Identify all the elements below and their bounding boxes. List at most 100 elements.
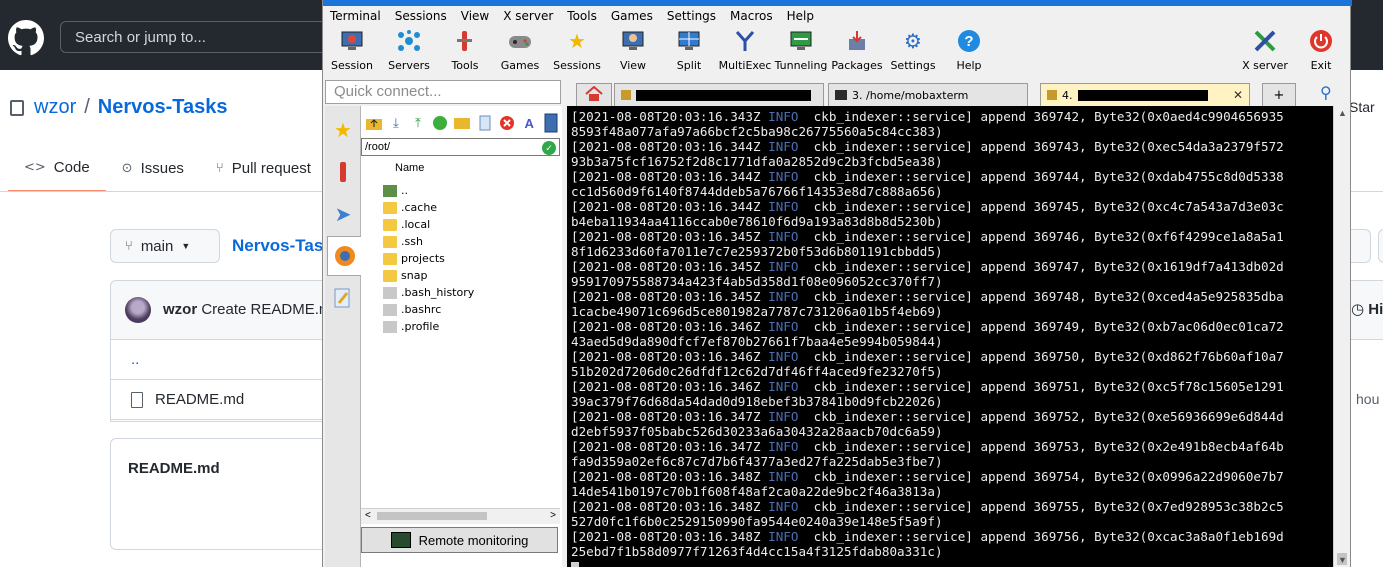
list-item[interactable]: .local [383,216,559,233]
parent-dir-link[interactable]: .. [131,351,139,368]
tab-session-2[interactable] [614,83,824,106]
scroll-up-icon[interactable]: ▲ [1338,108,1347,118]
commit-author-link[interactable]: wzor [163,301,197,318]
sftp-path-input[interactable]: /root/ ✓ [361,138,560,156]
terminal-view[interactable]: [2021-08-08T20:03:16.343Z INFO ckb_index… [567,106,1333,567]
go-to-file-button[interactable] [1349,229,1371,263]
menu-macros[interactable]: Macros [723,6,780,26]
log-level: INFO [768,409,799,424]
tab-pull-requests[interactable]: ⑂ Pull request [200,142,327,192]
file-name-link[interactable]: README.md [155,391,244,408]
menu-sessions[interactable]: Sessions [388,6,454,26]
quick-connect-input[interactable]: Quick connect... [325,80,561,104]
terminal-line: [2021-08-08T20:03:16.346Z INFO ckb_index… [571,379,1284,394]
log-level: INFO [768,169,799,184]
check-icon[interactable]: ✓ [542,141,556,155]
split-button[interactable]: Split [659,28,719,72]
macro-icon[interactable] [327,278,359,318]
exit-button[interactable]: Exit [1291,28,1351,72]
tab-issues[interactable]: ⊙ Issues [106,142,200,192]
branch-selector-button[interactable]: ⑂ main ▼ [110,229,220,263]
list-item[interactable]: README.md [111,380,339,420]
servers-button[interactable]: Servers [379,28,439,72]
send-icon[interactable]: ➤ [327,194,359,234]
menu-terminal[interactable]: Terminal [323,6,388,26]
menu-tools[interactable]: Tools [560,6,604,26]
settings-button[interactable]: ⚙ Settings [883,28,943,72]
column-header-name[interactable]: Name [361,158,560,178]
list-item[interactable]: snap [383,267,559,284]
text-icon[interactable]: A [519,112,540,134]
packages-button[interactable]: Packages [827,28,887,72]
follow-terminal-icon[interactable] [541,112,562,134]
terminal-line: [2021-08-08T20:03:16.343Z INFO ckb_index… [571,109,1284,124]
ssh-key-icon [621,90,631,100]
scroll-right-icon[interactable]: > [550,510,556,523]
tools-sidebar-icon[interactable] [327,152,359,192]
log-message: ckb_indexer::service] append 369742, Byt… [798,109,1284,124]
download-icon[interactable]: ⤓ [385,112,406,134]
list-item[interactable]: .ssh [383,233,559,250]
github-search-input[interactable]: Search or jump to... [60,21,328,53]
list-item[interactable]: .. [111,340,339,380]
remote-monitoring-button[interactable]: Remote monitoring [361,527,558,553]
file-name: .ssh [401,235,423,248]
tools-button[interactable]: Tools [435,28,495,72]
new-folder-icon[interactable] [452,112,473,134]
list-item[interactable]: .bash_history [383,284,559,301]
list-item[interactable]: .cache [383,199,559,216]
tab-code[interactable]: <> Code [8,142,106,192]
xserver-button[interactable]: X server [1235,28,1295,72]
menu-help[interactable]: Help [780,6,821,26]
path-breadcrumb-link[interactable]: Nervos-Task [232,236,333,256]
multiexec-button[interactable]: MultiExec [715,28,775,72]
star-button[interactable]: Star [1349,99,1375,115]
upload-icon[interactable]: ⤒ [407,112,428,134]
home-icon [585,85,603,105]
repo-owner-link[interactable]: wzor [34,96,76,119]
scrollbar-thumb[interactable] [377,512,487,520]
repo-breadcrumb: wzor / Nervos-Tasks [10,96,228,119]
tunneling-button[interactable]: Tunneling [771,28,831,72]
view-button[interactable]: View [603,28,663,72]
chevron-down-icon: ▼ [181,241,191,251]
scroll-down-icon[interactable]: ▼ [1338,555,1347,565]
terminal-scrollbar[interactable]: ▲ ▼ [1333,106,1350,567]
log-level: INFO [768,349,799,364]
code-dropdown-button[interactable] [1378,229,1383,263]
sessions-star-icon[interactable]: ★ [327,110,359,150]
new-tab-button[interactable]: + [1262,83,1296,106]
games-button[interactable]: Games [490,28,550,72]
list-item[interactable]: projects [383,250,559,267]
parent-folder-icon[interactable] [363,112,384,134]
scroll-left-icon[interactable]: < [365,510,371,523]
delete-icon[interactable] [496,112,517,134]
session-button[interactable]: Session [322,28,382,72]
help-button[interactable]: ? Help [939,28,999,72]
close-icon[interactable]: ✕ [1233,88,1243,102]
attach-icon[interactable]: ⚲ [1320,83,1332,102]
commit-message-link[interactable]: Create README.m [201,301,331,318]
menu-games[interactable]: Games [604,6,660,26]
menu-xserver[interactable]: X server [496,6,560,26]
list-item[interactable]: .. [383,182,559,199]
history-link[interactable]: ◷ Hi [1351,300,1383,318]
refresh-icon[interactable] [430,112,451,134]
github-logo-icon[interactable] [8,20,44,56]
list-item[interactable]: .profile [383,318,559,335]
sftp-globe-icon[interactable] [327,236,361,276]
log-level: INFO [768,259,799,274]
sessions-button[interactable]: ★ Sessions [547,28,607,72]
terminal-line-continuation: cc1d560d9f6140f8744ddeb5a76766f14353e8d7… [571,184,943,199]
new-file-icon[interactable] [474,112,495,134]
menu-view[interactable]: View [454,6,496,26]
log-timestamp: [2021-08-08T20:03:16.347Z [571,409,769,424]
packages-icon [844,28,870,54]
tab-session-4[interactable]: 4. ✕ [1040,83,1250,106]
home-tab[interactable] [576,83,612,106]
menu-settings[interactable]: Settings [660,6,723,26]
tab-session-3[interactable]: 3. /home/mobaxterm [828,83,1028,106]
repo-name-link[interactable]: Nervos-Tasks [98,96,228,119]
avatar[interactable] [125,297,151,323]
list-item[interactable]: .bashrc [383,301,559,318]
